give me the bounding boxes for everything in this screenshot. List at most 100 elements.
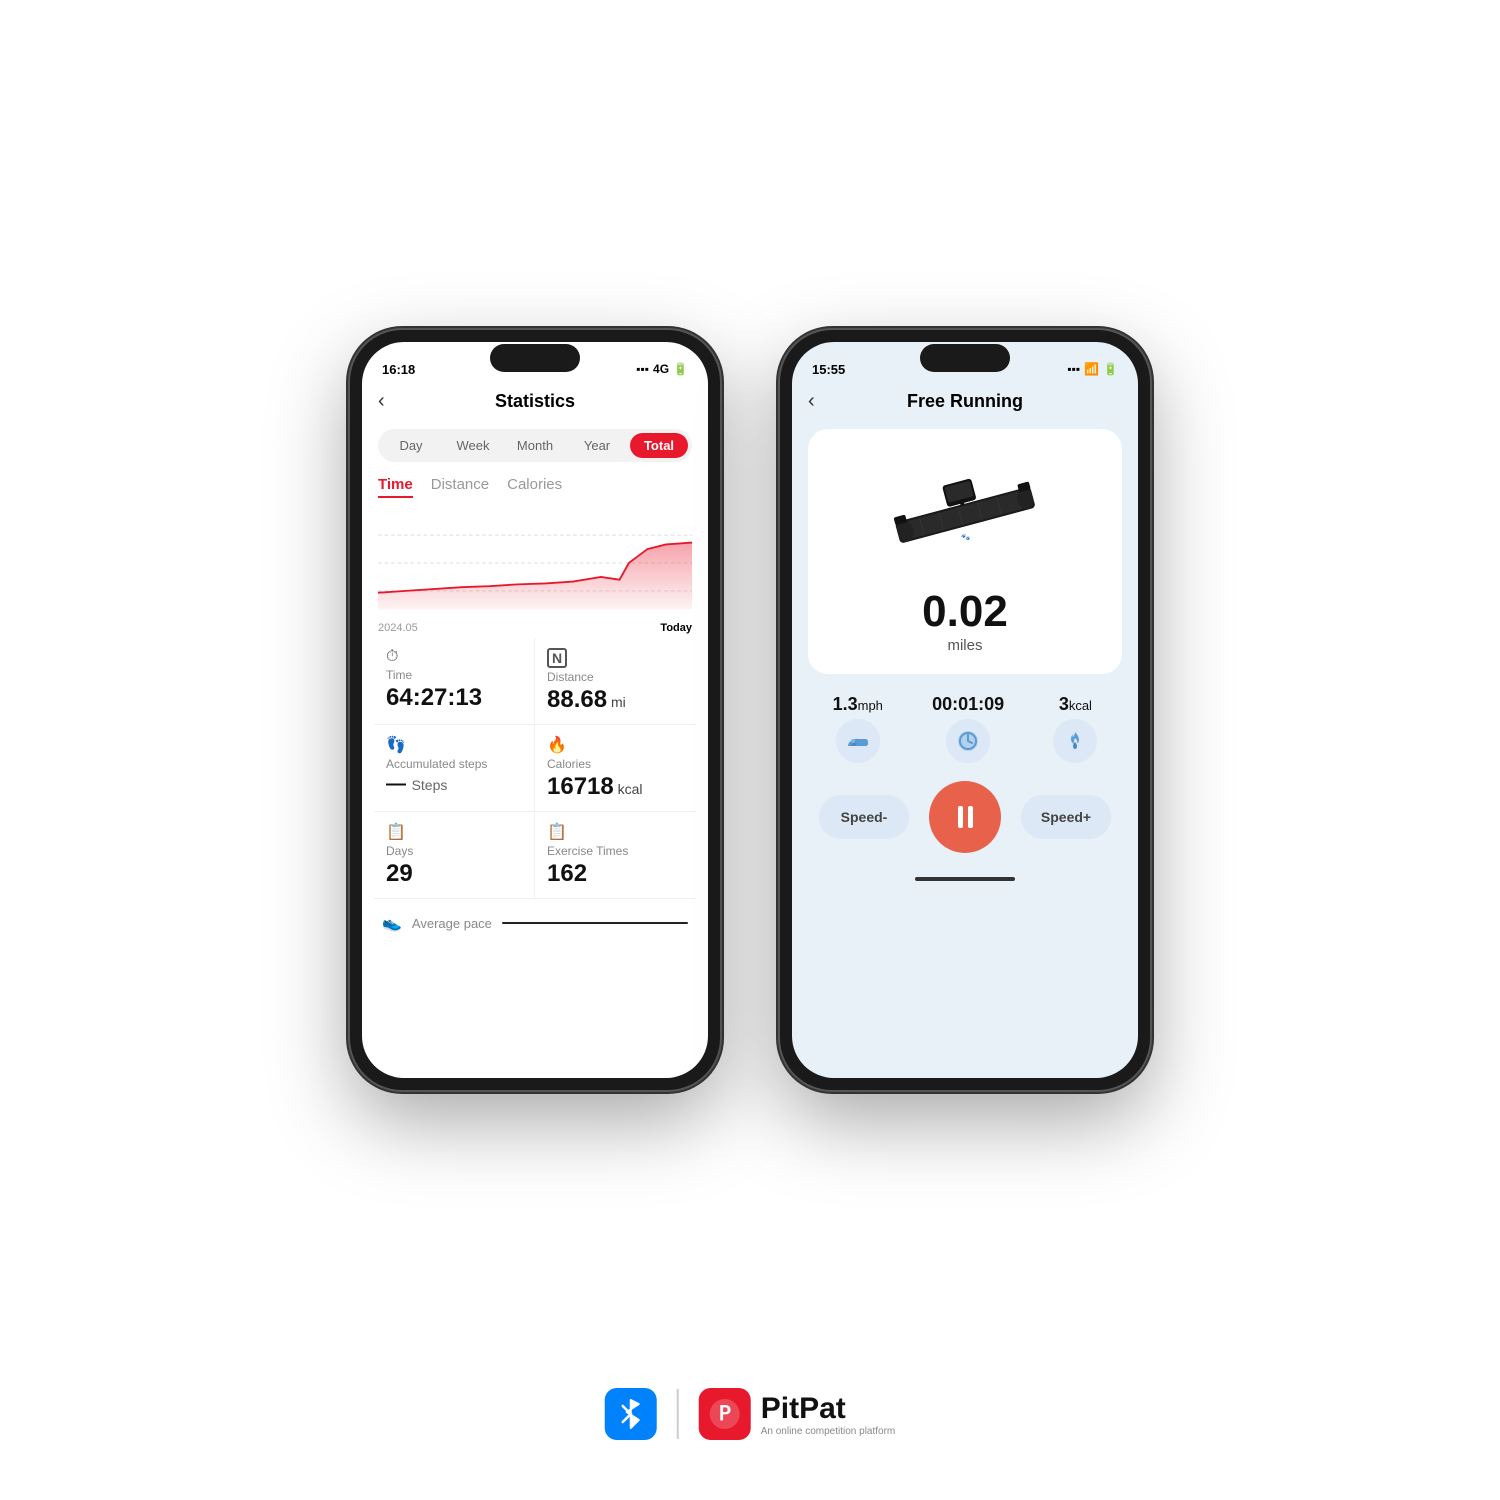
branding-section: 𝖯 PitPat An online competition platform: [605, 1388, 896, 1440]
avg-pace-row: 👟 Average pace: [362, 903, 708, 943]
phones-row: 16:18 ▪▪▪ 4G 🔋 ‹ Statistics Day Week: [350, 330, 1150, 1090]
signal-icon: ▪▪▪: [636, 362, 649, 376]
chart-end-label: Today: [660, 622, 692, 634]
status-time-left: 16:18: [382, 362, 415, 377]
running-shoe-icon: [845, 728, 871, 754]
time-chart: [378, 508, 692, 618]
exercise-times-label: Exercise Times: [547, 844, 684, 858]
stat-steps: 👣 Accumulated steps — Steps: [374, 725, 535, 812]
dynamic-island-left: [490, 344, 580, 372]
stats-grid: ⏱ Time 64:27:13 N Distance 88.68 mi 👣 Ac…: [374, 638, 696, 899]
avg-pace-line: [502, 922, 688, 924]
screen-free-running: 15:55 ▪▪▪ 📶 🔋 ‹ Free Running: [792, 342, 1138, 1078]
avg-pace-icon: 👟: [382, 913, 402, 933]
page-title-left: Statistics: [495, 391, 575, 412]
pause-button[interactable]: [929, 781, 1001, 853]
stat-exercise-times: 📋 Exercise Times 162: [535, 812, 696, 899]
pitpat-p-logo: 𝖯: [708, 1397, 742, 1431]
tab-time[interactable]: Time: [378, 476, 413, 498]
speed-plus-button[interactable]: Speed+: [1021, 795, 1111, 839]
bluetooth-icon: [605, 1388, 657, 1440]
exercise-times-icon: 📋: [547, 822, 684, 842]
exercise-times-value: 162: [547, 860, 684, 888]
controls-row: Speed- Speed+: [792, 771, 1138, 873]
pitpat-text-block: PitPat An online competition platform: [761, 1392, 896, 1437]
distance-value: 88.68 mi: [547, 686, 684, 714]
calories-value: 16718 kcal: [547, 773, 684, 801]
screen-statistics: 16:18 ▪▪▪ 4G 🔋 ‹ Statistics Day Week: [362, 342, 708, 1078]
svg-text:🐾: 🐾: [961, 532, 972, 542]
time-value: 64:27:13: [386, 684, 522, 712]
speed-minus-button[interactable]: Speed-: [819, 795, 909, 839]
status-time-right: 15:55: [812, 362, 845, 377]
stat-days: 📋 Days 29: [374, 812, 535, 899]
tab-week[interactable]: Week: [444, 433, 502, 458]
metric-tabs: Time Distance Calories: [362, 468, 708, 502]
tab-day[interactable]: Day: [382, 433, 440, 458]
signal-bars-icon: ▪▪▪: [1067, 362, 1080, 376]
steps-icon: 👣: [386, 735, 522, 755]
battery-icon-right: 🔋: [1103, 362, 1118, 376]
pause-bar-left: [958, 806, 963, 828]
dynamic-island-right: [920, 344, 1010, 372]
scene: 16:18 ▪▪▪ 4G 🔋 ‹ Statistics Day Week: [0, 0, 1500, 1500]
stat-time: ⏱ Time 64:27:13: [374, 638, 535, 725]
calories-icon: 🔥: [547, 735, 684, 755]
tab-month[interactable]: Month: [506, 433, 564, 458]
distance-label: Distance: [547, 670, 684, 684]
pause-bar-right: [968, 806, 973, 828]
distance-icon: N: [547, 648, 567, 668]
treadmill-card: 🐾 0.02 miles: [808, 429, 1122, 674]
tab-total[interactable]: Total: [630, 433, 688, 458]
metric-time: 00:01:09: [932, 694, 1004, 763]
days-value: 29: [386, 860, 522, 888]
time-icon: ⏱: [386, 648, 522, 666]
metrics-row: 1.3mph 00:01:09: [792, 682, 1138, 771]
fire-icon-circle: [1053, 719, 1097, 763]
flame-icon: [1062, 728, 1088, 754]
wifi-icon: 📶: [1084, 362, 1099, 376]
steps-label: Accumulated steps: [386, 757, 522, 771]
pitpat-name: PitPat: [761, 1392, 896, 1426]
metric-calories: 3kcal: [1053, 694, 1097, 763]
days-label: Days: [386, 844, 522, 858]
back-button-left[interactable]: ‹: [378, 390, 385, 413]
clock-icon: [955, 728, 981, 754]
network-type: 4G: [653, 362, 669, 376]
pitpat-subtitle: An online competition platform: [761, 1426, 896, 1437]
days-icon: 📋: [386, 822, 522, 842]
phone-statistics: 16:18 ▪▪▪ 4G 🔋 ‹ Statistics Day Week: [350, 330, 720, 1090]
calories-label: Calories: [547, 757, 684, 771]
pause-icon: [958, 806, 973, 828]
chart-labels: 2024.05 Today: [362, 622, 708, 634]
chart-start-label: 2024.05: [378, 622, 418, 634]
pitpat-icon: 𝖯: [699, 1388, 751, 1440]
status-icons-left: ▪▪▪ 4G 🔋: [636, 362, 688, 376]
stats-header: ‹ Statistics: [362, 390, 708, 423]
time-icon-circle: [946, 719, 990, 763]
running-header: ‹ Free Running: [792, 390, 1138, 421]
brand-divider: [677, 1389, 679, 1439]
elapsed-time-value: 00:01:09: [932, 694, 1004, 715]
metric-speed: 1.3mph: [833, 694, 883, 763]
time-label: Time: [386, 668, 522, 682]
back-button-right[interactable]: ‹: [808, 390, 815, 413]
period-tabs: Day Week Month Year Total: [378, 429, 692, 462]
page-title-right: Free Running: [907, 391, 1023, 412]
svg-text:𝖯: 𝖯: [719, 1403, 731, 1425]
bluetooth-symbol: [617, 1396, 645, 1432]
status-icons-right: ▪▪▪ 📶 🔋: [1067, 362, 1118, 376]
home-indicator-right: [915, 877, 1015, 881]
steps-value: — Steps: [386, 773, 522, 796]
chart-area: [378, 508, 692, 618]
stat-distance: N Distance 88.68 mi: [535, 638, 696, 725]
treadmill-illustration: 🐾: [865, 449, 1065, 579]
distance-unit: miles: [947, 637, 982, 654]
avg-pace-label: Average pace: [412, 916, 492, 931]
phone-free-running: 15:55 ▪▪▪ 📶 🔋 ‹ Free Running: [780, 330, 1150, 1090]
distance-display: 0.02: [922, 587, 1008, 637]
tab-calories[interactable]: Calories: [507, 476, 562, 498]
tab-distance[interactable]: Distance: [431, 476, 489, 498]
tab-year[interactable]: Year: [568, 433, 626, 458]
speed-value: 1.3mph: [833, 694, 883, 715]
